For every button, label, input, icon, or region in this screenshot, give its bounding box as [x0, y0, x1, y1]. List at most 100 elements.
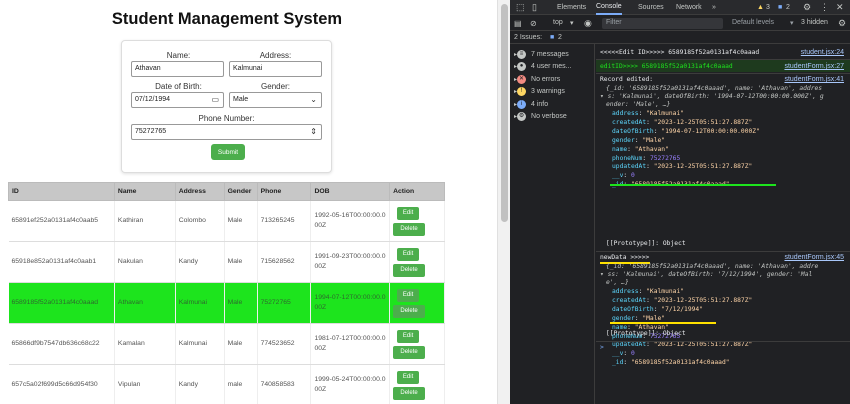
object-property[interactable]: __v: 0: [612, 172, 635, 179]
issues-bar[interactable]: 2 Issues: ■ 2: [510, 31, 850, 44]
sidebar-item-user[interactable]: ▸ ● 4 user mes...: [514, 61, 571, 73]
property-colon: :: [623, 350, 631, 358]
expand-arrow-icon[interactable]: ▾: [600, 271, 608, 278]
object-property[interactable]: dateOfBirth: "1994-07-12T00:00:00.000Z": [612, 128, 760, 135]
object-property[interactable]: dateOfBirth: "7/12/1994": [612, 306, 703, 313]
edit-button[interactable]: Edit: [397, 247, 420, 261]
more-tabs-icon[interactable]: »: [712, 4, 716, 11]
gear-icon[interactable]: ⚙: [838, 18, 846, 29]
tab-console[interactable]: Console: [596, 0, 622, 15]
issues-count: 2: [558, 34, 562, 41]
property-key: address: [612, 110, 639, 117]
verbose-icon: ⚙: [517, 112, 527, 121]
cell-action: Edit Delete: [389, 323, 445, 365]
tab-network[interactable]: Network: [676, 4, 702, 11]
sidebar-item-label: 3 warnings: [531, 88, 565, 95]
inspect-icon[interactable]: ⬚: [516, 2, 525, 13]
newdata-object-preview-3[interactable]: e', …}: [606, 279, 629, 286]
edit-button[interactable]: Edit: [397, 288, 420, 302]
property-value: "1994-07-12T00:00:00.000Z": [661, 127, 760, 135]
log-source-link[interactable]: studentForm.jsx:27: [784, 63, 844, 70]
spinner-icon[interactable]: ⇕: [310, 127, 317, 136]
header-gender: Gender: [223, 182, 258, 201]
console-prompt[interactable]: >: [600, 344, 604, 351]
sidebar-item-verbose[interactable]: ▸ ⚙ No verbose: [514, 111, 567, 123]
device-icon[interactable]: ▯: [532, 2, 537, 13]
object-property[interactable]: createdAt: "2023-12-25T05:51:27.887Z": [612, 119, 752, 126]
context-select[interactable]: top: [553, 19, 563, 26]
object-property[interactable]: updatedAt: "2023-12-25T05:51:27.887Z": [612, 341, 752, 348]
gear-icon[interactable]: ⚙: [803, 2, 811, 13]
property-value: "2023-12-25T05:51:27.887Z": [653, 296, 753, 304]
address-input[interactable]: Kalmunai: [229, 61, 322, 77]
submit-button[interactable]: Submit: [211, 144, 245, 160]
log-source-link[interactable]: studentForm.jsx:41: [784, 76, 844, 83]
cell-action: Edit Delete: [389, 241, 445, 283]
clear-console-icon[interactable]: ⊘: [530, 19, 537, 28]
sidebar-item-list[interactable]: ▸ ≡ 7 messages: [514, 48, 569, 60]
sidebar-toggle-icon[interactable]: ▤: [514, 19, 522, 28]
phone-value: 75272765: [135, 128, 167, 135]
newdata-object-preview[interactable]: {_id: '6589185f52a0131af4c0aaad', name: …: [606, 263, 818, 270]
hidden-count[interactable]: 3 hidden: [801, 19, 828, 26]
object-property[interactable]: __v: 0: [612, 350, 635, 357]
object-property[interactable]: gender: "Male": [612, 315, 665, 322]
delete-button[interactable]: Delete: [393, 386, 426, 400]
object-property[interactable]: name: "Athavan": [612, 146, 669, 153]
prototype-row[interactable]: [[Prototype]]: Object: [606, 240, 686, 247]
divider: [596, 251, 850, 252]
gender-select[interactable]: Male ⌄: [229, 92, 322, 108]
errors-count[interactable]: 2: [786, 4, 790, 11]
property-key: _id: [612, 359, 624, 367]
property-value: "6589185f52a0131af4c0aaad": [630, 359, 730, 367]
property-key: gender: [612, 314, 635, 322]
filter-input[interactable]: Filter: [602, 18, 723, 29]
page-scrollbar[interactable]: [497, 0, 510, 404]
log-source-link[interactable]: student.jsx:24: [801, 49, 844, 56]
edit-button[interactable]: Edit: [397, 370, 420, 384]
cell-address: Kalmunai: [175, 323, 225, 365]
devtools-panel: ⬚ ▯ Elements Console Sources Network » ▲…: [510, 0, 850, 404]
delete-button[interactable]: Delete: [393, 263, 426, 277]
object-property[interactable]: gender: "Male": [612, 137, 665, 144]
edit-button[interactable]: Edit: [397, 329, 420, 343]
newdata-object-preview-2[interactable]: ▾ ss: 'Kalmunai', dateOfBirth: '7/12/199…: [600, 271, 812, 278]
object-property[interactable]: updatedAt: "2023-12-25T05:51:27.887Z": [612, 163, 752, 170]
object-property[interactable]: createdAt: "2023-12-25T05:51:27.887Z": [612, 297, 752, 304]
cell-dob: 1999-05-24T00:00:00.000Z: [310, 364, 391, 404]
tab-elements[interactable]: Elements: [557, 4, 586, 11]
phone-input[interactable]: 75272765 ⇕: [131, 124, 322, 140]
delete-button[interactable]: Delete: [393, 222, 426, 236]
sidebar-item-warning[interactable]: ▸ ! 3 warnings: [514, 86, 565, 98]
sidebar-item-info[interactable]: ▸ i4 info: [514, 98, 548, 110]
dob-input[interactable]: 07/12/1994 ▭: [131, 92, 224, 108]
levels-select[interactable]: Default levels: [732, 19, 774, 26]
record-object-preview[interactable]: {_id: '6589185f52a0131af4c0aaad', name: …: [606, 85, 822, 92]
object-property[interactable]: address: "Kalmunai": [612, 110, 684, 117]
log-source-link[interactable]: studentForm.jsx:45: [784, 254, 844, 261]
property-colon: :: [646, 118, 654, 126]
object-property[interactable]: phoneNum: 75272765: [612, 155, 680, 162]
name-input[interactable]: Athavan: [131, 61, 224, 77]
property-key: dateOfBirth: [612, 305, 654, 313]
property-value: "2023-12-25T05:51:27.887Z": [653, 341, 753, 349]
object-property[interactable]: address: "Kalmunai": [612, 288, 684, 295]
record-object-preview-2[interactable]: ▾ s: 'Kalmunai', dateOfBirth: '1994-07-1…: [600, 93, 824, 100]
sidebar-item-error[interactable]: ▸ ✕ No errors: [514, 73, 560, 85]
issues-icon[interactable]: ■: [778, 4, 782, 11]
object-property[interactable]: _id: "6589185f52a0131af4c0aaad": [612, 359, 730, 366]
prototype-row[interactable]: [[Prototype]]: Object: [606, 330, 686, 337]
warnings-count[interactable]: 3: [766, 4, 770, 11]
scrollbar-thumb[interactable]: [501, 4, 508, 222]
warning-icon[interactable]: ▲: [757, 4, 764, 11]
kebab-menu-icon[interactable]: ⋮: [820, 2, 829, 13]
close-icon[interactable]: ✕: [836, 2, 844, 13]
expand-arrow-icon[interactable]: ▾: [600, 93, 608, 100]
record-object-preview-3[interactable]: ender: 'Male', …}: [606, 101, 670, 108]
eye-icon[interactable]: ◉: [584, 18, 592, 29]
edit-button[interactable]: Edit: [397, 206, 420, 220]
calendar-icon[interactable]: ▭: [211, 95, 219, 104]
delete-button[interactable]: Delete: [393, 345, 426, 359]
tab-sources[interactable]: Sources: [638, 4, 664, 11]
delete-button[interactable]: Delete: [393, 304, 426, 318]
